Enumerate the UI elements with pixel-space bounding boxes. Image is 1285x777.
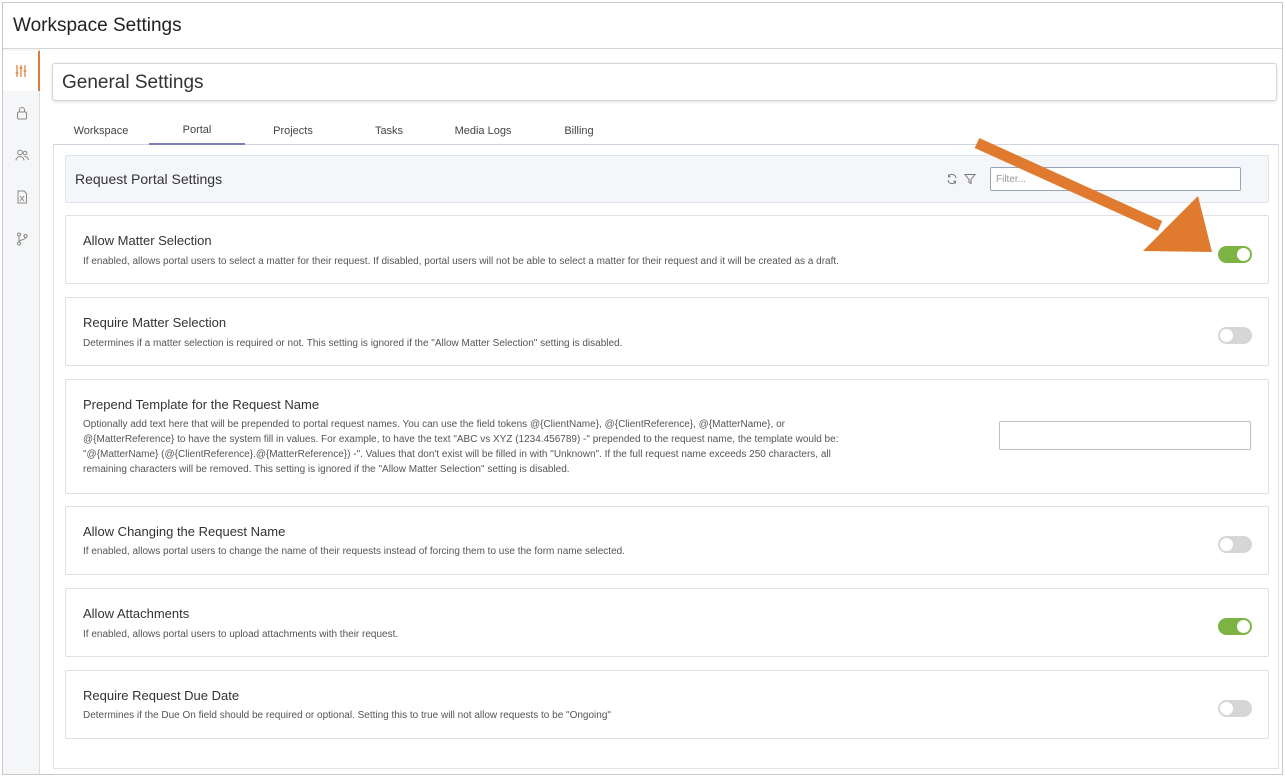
funnel-icon[interactable]: [964, 173, 976, 185]
prepend-template-input[interactable]: [999, 421, 1251, 450]
tab-media-logs[interactable]: Media Logs: [435, 117, 531, 145]
allow-matter-selection-toggle[interactable]: [1218, 246, 1252, 263]
setting-title: Allow Attachments: [83, 606, 190, 621]
page-header: General Settings: [52, 63, 1277, 101]
tab-portal[interactable]: Portal: [149, 117, 245, 145]
setting-description-line: @{MatterReference} to have the system fi…: [83, 434, 839, 445]
setting-description-line: Optionally add text here that will be pr…: [83, 419, 785, 430]
section-header: Request Portal Settings: [65, 155, 1269, 203]
setting-title: Allow Matter Selection: [83, 233, 212, 248]
tab-workspace[interactable]: Workspace: [53, 117, 149, 145]
sidebar: [3, 49, 40, 774]
setting-description: Determines if the Due On field should be…: [83, 710, 611, 721]
setting-allow-changing-request-name: Allow Changing the Request Name If enabl…: [65, 506, 1269, 575]
require-matter-selection-toggle[interactable]: [1218, 327, 1252, 344]
window-title-bar: Workspace Settings: [3, 3, 1282, 49]
setting-require-matter-selection: Require Matter Selection Determines if a…: [65, 297, 1269, 366]
setting-allow-attachments: Allow Attachments If enabled, allows por…: [65, 588, 1269, 657]
setting-title: Require Matter Selection: [83, 315, 227, 330]
allow-changing-request-name-toggle[interactable]: [1218, 536, 1252, 553]
setting-description: If enabled, allows portal users to selec…: [83, 256, 839, 267]
sliders-icon: [15, 65, 26, 77]
setting-description: If enabled, allows portal users to chang…: [83, 546, 625, 557]
filter-input[interactable]: [990, 167, 1241, 191]
sidebar-item-excel[interactable]: [3, 177, 40, 217]
main-content: General Settings Workspace Portal Projec…: [40, 49, 1282, 774]
sidebar-item-security[interactable]: [3, 93, 40, 133]
tab-billing[interactable]: Billing: [531, 117, 627, 145]
tab-projects[interactable]: Projects: [245, 117, 341, 145]
app-window: Workspace Settings General Settings Work…: [2, 2, 1283, 775]
setting-title: Allow Changing the Request Name: [83, 524, 286, 539]
excel-file-icon: [17, 190, 27, 204]
setting-title: Require Request Due Date: [83, 688, 240, 703]
setting-description-line: "@{MatterName} (@{ClientReference}.@{Mat…: [83, 449, 831, 460]
setting-description-line: remaining characters will be removed. Th…: [83, 464, 570, 475]
setting-description: If enabled, allows portal users to uploa…: [83, 629, 399, 640]
window-title: Workspace Settings: [13, 15, 182, 36]
refresh-icon[interactable]: [946, 173, 958, 185]
lock-icon: [16, 107, 27, 120]
setting-allow-matter-selection: Allow Matter Selection If enabled, allow…: [65, 215, 1269, 284]
sidebar-item-users[interactable]: [3, 135, 40, 175]
tab-bar: Workspace Portal Projects Tasks Media Lo…: [53, 117, 1279, 145]
setting-description: Determines if a matter selection is requ…: [83, 338, 623, 349]
setting-require-due-date: Require Request Due Date Determines if t…: [65, 670, 1269, 739]
branch-icon: [16, 232, 27, 246]
portal-settings-panel: Request Portal Settings Allow: [53, 145, 1279, 769]
section-title: Request Portal Settings: [75, 171, 223, 187]
allow-attachments-toggle[interactable]: [1218, 618, 1252, 635]
setting-title: Prepend Template for the Request Name: [83, 397, 320, 412]
users-icon: [15, 149, 29, 161]
sidebar-item-branch[interactable]: [3, 219, 40, 259]
tab-tasks[interactable]: Tasks: [341, 117, 437, 145]
setting-prepend-template: Prepend Template for the Request Name Op…: [65, 379, 1269, 494]
require-due-date-toggle[interactable]: [1218, 700, 1252, 717]
sidebar-item-general[interactable]: [3, 51, 40, 91]
page-title: General Settings: [62, 72, 204, 93]
